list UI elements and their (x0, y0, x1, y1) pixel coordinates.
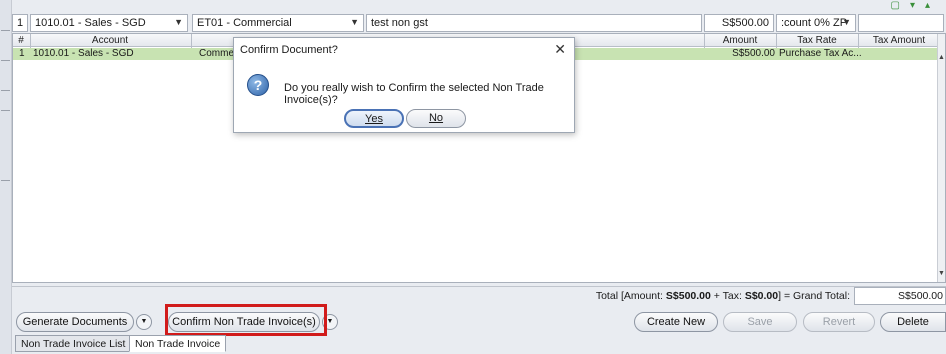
dialog-message: Do you really wish to Confirm the select… (284, 82, 544, 106)
account-select[interactable]: 1010.01 - Sales - SGD ▼ (30, 14, 188, 32)
line-number-field: 1 (12, 14, 28, 32)
column-header-amount[interactable]: Amount (705, 35, 775, 46)
row-number: 1 (19, 48, 25, 59)
tax-rate-select[interactable]: :count 0% ZP ▼ (776, 14, 856, 32)
tax-rate-select-value: :count 0% ZP (781, 17, 848, 29)
column-header-tax-amount[interactable]: Tax Amount (859, 35, 939, 46)
row-account: 1010.01 - Sales - SGD (33, 48, 134, 59)
grand-total-field: S$500.00 (854, 287, 946, 305)
chevron-down-icon[interactable]: ▼ (350, 17, 359, 27)
left-edge-panel (0, 0, 12, 354)
column-header-tax-rate[interactable]: Tax Rate (777, 35, 857, 46)
highlight-annotation (165, 304, 327, 336)
app-window: ▢▾▴ 1 1010.01 - Sales - SGD ▼ ET01 - Com… (0, 0, 946, 354)
totals-plus-tax: + Tax: (713, 290, 742, 302)
amount-input[interactable]: S$500.00 (704, 14, 774, 32)
delete-button[interactable]: Delete (880, 312, 946, 332)
chevron-down-icon[interactable]: ▼ (842, 17, 851, 27)
scroll-down-icon[interactable]: ▼ (938, 270, 945, 277)
toolbar-corner-icons[interactable]: ▢▾▴ (890, 0, 940, 11)
no-button-label: No (428, 112, 444, 124)
dialog-title: Confirm Document? (240, 44, 338, 56)
column-header-account[interactable]: Account (31, 35, 189, 46)
description-input[interactable]: test non gst (366, 14, 702, 32)
maximize-icon[interactable]: ▢ (890, 0, 909, 11)
entity-type-select[interactable]: ET01 - Commercial ▼ (192, 14, 364, 32)
totals-bar: Total [Amount: S$500.00 + Tax: S$0.00] =… (12, 286, 946, 305)
account-select-value: 1010.01 - Sales - SGD (35, 17, 146, 29)
vertical-scrollbar[interactable]: ▲ ▼ (937, 34, 945, 282)
totals-grand-label: ] = Grand Total: (778, 290, 850, 302)
tab-non-trade-invoice[interactable]: Non Trade Invoice (129, 335, 227, 352)
totals-summary: Total [Amount: S$500.00 + Tax: S$0.00] =… (596, 290, 850, 302)
row-entity-type: Comme (199, 48, 235, 59)
chevron-down-icon: ▼ (140, 318, 148, 325)
save-button[interactable]: Save (723, 312, 797, 332)
scroll-up-icon[interactable]: ▲ (938, 54, 945, 61)
column-header-number[interactable]: # (13, 35, 29, 46)
create-new-button[interactable]: Create New (634, 312, 718, 332)
tax-amount-input[interactable] (858, 14, 944, 32)
entity-type-select-value: ET01 - Commercial (197, 17, 292, 29)
totals-tax: S$0.00 (744, 290, 779, 302)
chevron-down-icon[interactable]: ▼ (174, 17, 183, 27)
generate-documents-button[interactable]: Generate Documents (16, 312, 134, 332)
generate-documents-dropdown[interactable]: ▼ (136, 314, 152, 330)
line-edit-row: 1 1010.01 - Sales - SGD ▼ ET01 - Commerc… (12, 14, 946, 32)
totals-amount: S$500.00 (665, 290, 711, 302)
revert-button[interactable]: Revert (803, 312, 875, 332)
yes-button[interactable]: Yes (344, 109, 404, 128)
down-arrow-icon[interactable]: ▾ (910, 0, 925, 11)
up-arrow-icon[interactable]: ▴ (925, 0, 940, 11)
no-button[interactable]: No (406, 109, 466, 128)
row-tax-rate: Purchase Tax Ac... (779, 48, 862, 59)
totals-prefix: Total [Amount: (595, 290, 663, 302)
question-icon: ? (247, 74, 269, 96)
chevron-down-icon: ▼ (326, 318, 334, 325)
yes-button-label: Yes (365, 113, 383, 125)
confirm-document-dialog: Confirm Document? ✕ ? Do you really wish… (233, 37, 575, 133)
row-amount: S$500.00 (732, 48, 775, 59)
tab-non-trade-invoice-list[interactable]: Non Trade Invoice List (15, 335, 132, 352)
close-icon[interactable]: ✕ (554, 41, 566, 58)
